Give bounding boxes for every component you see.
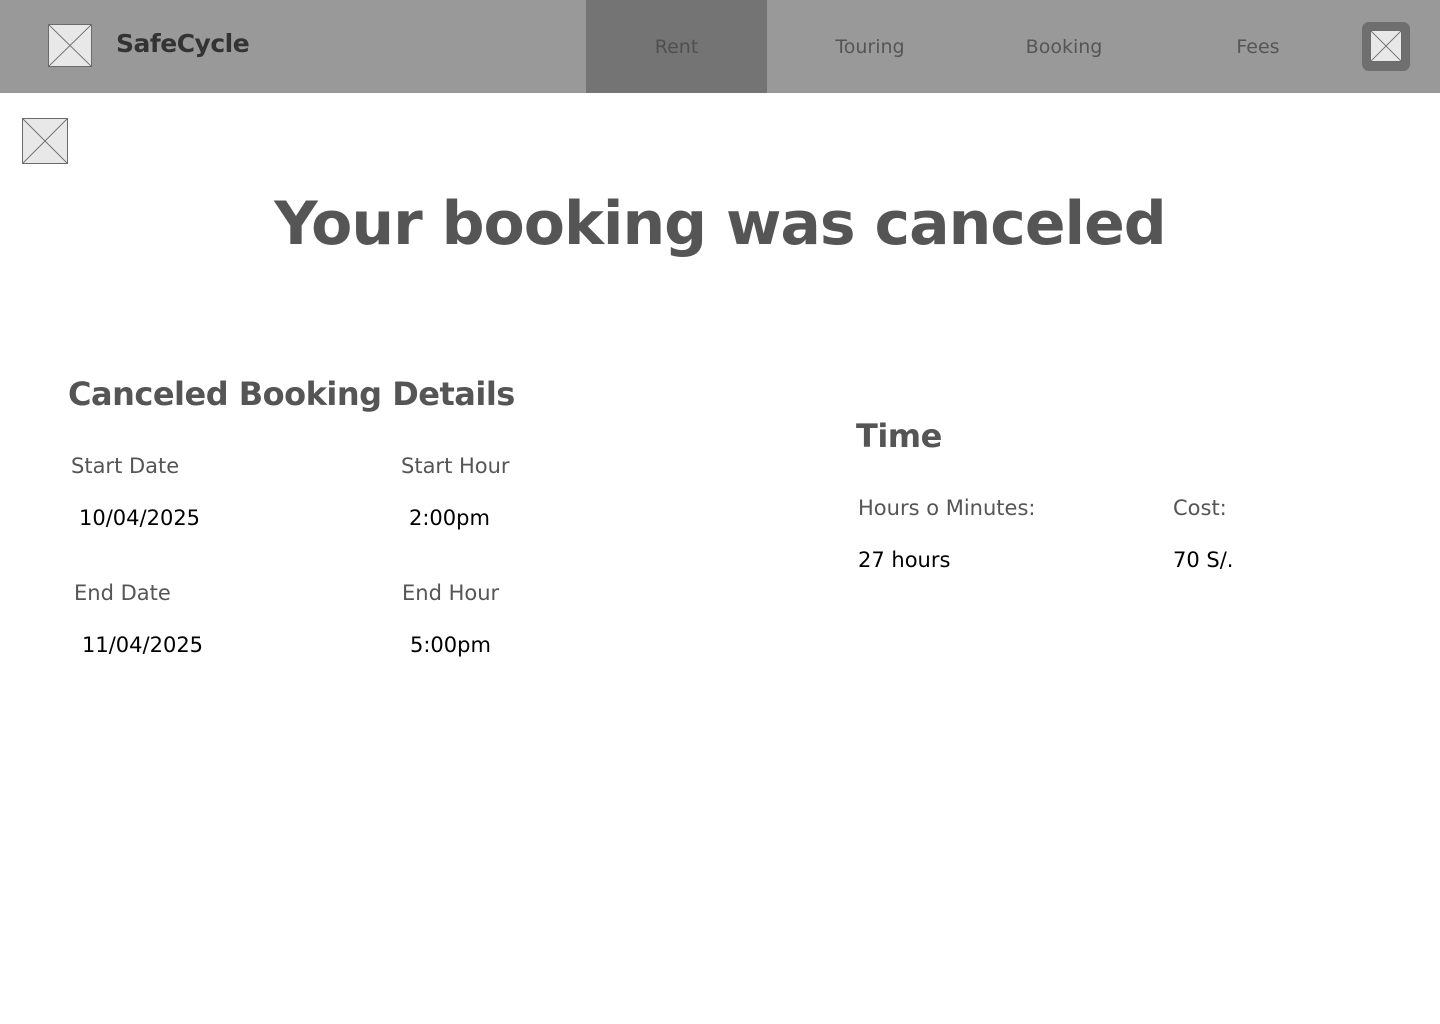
nav-item-label: Touring xyxy=(835,35,905,58)
start-hour-label: Start Hour xyxy=(401,454,510,478)
start-hour-value: 2:00pm xyxy=(409,506,490,530)
nav-item-label: Rent xyxy=(654,35,699,58)
page-title: Your booking was canceled xyxy=(274,189,1167,259)
profile-image-placeholder-icon xyxy=(1370,30,1402,62)
nav-item-label: Booking xyxy=(1025,35,1103,58)
end-hour-label: End Hour xyxy=(402,581,500,605)
nav-item-fees[interactable]: Fees xyxy=(1161,0,1355,93)
details-section-title: Canceled Booking Details xyxy=(68,375,515,413)
logo-image-placeholder-icon[interactable] xyxy=(48,24,92,67)
cost-value: 70 S/. xyxy=(1173,548,1234,572)
end-date-value: 11/04/2025 xyxy=(82,633,204,657)
brand-name[interactable]: SafeCycle xyxy=(116,28,250,60)
start-date-label: Start Date xyxy=(71,454,180,478)
end-date-label: End Date xyxy=(74,581,171,605)
cost-label: Cost: xyxy=(1173,496,1227,520)
duration-label: Hours o Minutes: xyxy=(858,496,1036,520)
nav-item-booking[interactable]: Booking xyxy=(967,0,1161,93)
nav-item-label: Fees xyxy=(1236,35,1280,58)
end-hour-value: 5:00pm xyxy=(410,633,491,657)
top-navbar: SafeCycle Rent Touring Booking Fees xyxy=(0,0,1440,93)
time-section-title: Time xyxy=(856,417,942,455)
back-image-placeholder-icon[interactable] xyxy=(22,118,68,164)
nav-item-touring[interactable]: Touring xyxy=(773,0,967,93)
duration-value: 27 hours xyxy=(858,548,951,572)
nav-item-rent[interactable]: Rent xyxy=(586,0,767,93)
profile-button[interactable] xyxy=(1362,22,1410,71)
start-date-value: 10/04/2025 xyxy=(79,506,201,530)
